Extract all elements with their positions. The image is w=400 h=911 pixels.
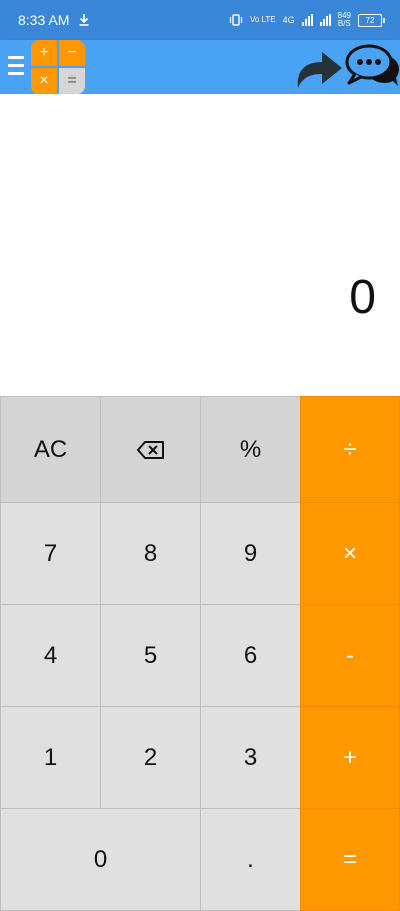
subtract-button[interactable]: - [300, 604, 400, 707]
digit-0-button[interactable]: 0 [0, 808, 201, 911]
logo-minus: − [59, 40, 85, 66]
volte-label: Vo LTE [249, 15, 276, 24]
percent-button[interactable]: % [200, 396, 301, 503]
status-time: 8:33 AM [18, 12, 70, 28]
app-bar: + − × = [0, 40, 400, 94]
app-logo: + − × = [31, 40, 85, 94]
divide-button[interactable]: ÷ [300, 396, 400, 503]
digit-3-button[interactable]: 3 [200, 706, 301, 809]
result-value: 0 [349, 271, 376, 324]
digit-7-button[interactable]: 7 [0, 502, 101, 605]
backspace-button[interactable] [100, 396, 201, 503]
digit-9-button[interactable]: 9 [200, 502, 301, 605]
decimal-button[interactable]: . [200, 808, 301, 911]
logo-times: × [31, 68, 57, 94]
logo-plus: + [31, 40, 57, 66]
chat-icon[interactable] [345, 43, 399, 91]
download-icon [79, 14, 89, 26]
backspace-icon [136, 440, 164, 459]
vibrate-icon [229, 14, 243, 26]
equals-button[interactable]: = [300, 808, 400, 911]
network-speed: 849 B/S [338, 12, 351, 28]
signal-icon-2 [319, 14, 331, 26]
status-right: Vo LTE 4G 849 B/S 72 [229, 12, 385, 28]
keypad: AC % ÷ 7 8 9 × 4 5 6 - 1 2 3 + 0 . = [0, 396, 400, 911]
speed-unit: B/S [337, 19, 351, 28]
battery-level: 72 [365, 15, 375, 25]
signal-icon [301, 14, 313, 26]
logo-equals: = [59, 68, 85, 94]
battery-icon: 72 [358, 13, 385, 27]
digit-4-button[interactable]: 4 [0, 604, 101, 707]
calculator-display: 0 [0, 94, 400, 396]
digit-1-button[interactable]: 1 [0, 706, 101, 809]
digit-5-button[interactable]: 5 [100, 604, 201, 707]
add-button[interactable]: + [300, 706, 400, 809]
multiply-button[interactable]: × [300, 502, 400, 605]
network-label: 4G [282, 15, 295, 25]
digit-2-button[interactable]: 2 [100, 706, 201, 809]
digit-8-button[interactable]: 8 [100, 502, 201, 605]
status-left: 8:33 AM [18, 12, 89, 28]
share-icon[interactable] [292, 46, 344, 90]
menu-icon[interactable] [8, 56, 24, 76]
status-bar: 8:33 AM Vo LTE 4G 849 B/S 72 [0, 0, 400, 40]
digit-6-button[interactable]: 6 [200, 604, 301, 707]
clear-button[interactable]: AC [0, 396, 101, 503]
